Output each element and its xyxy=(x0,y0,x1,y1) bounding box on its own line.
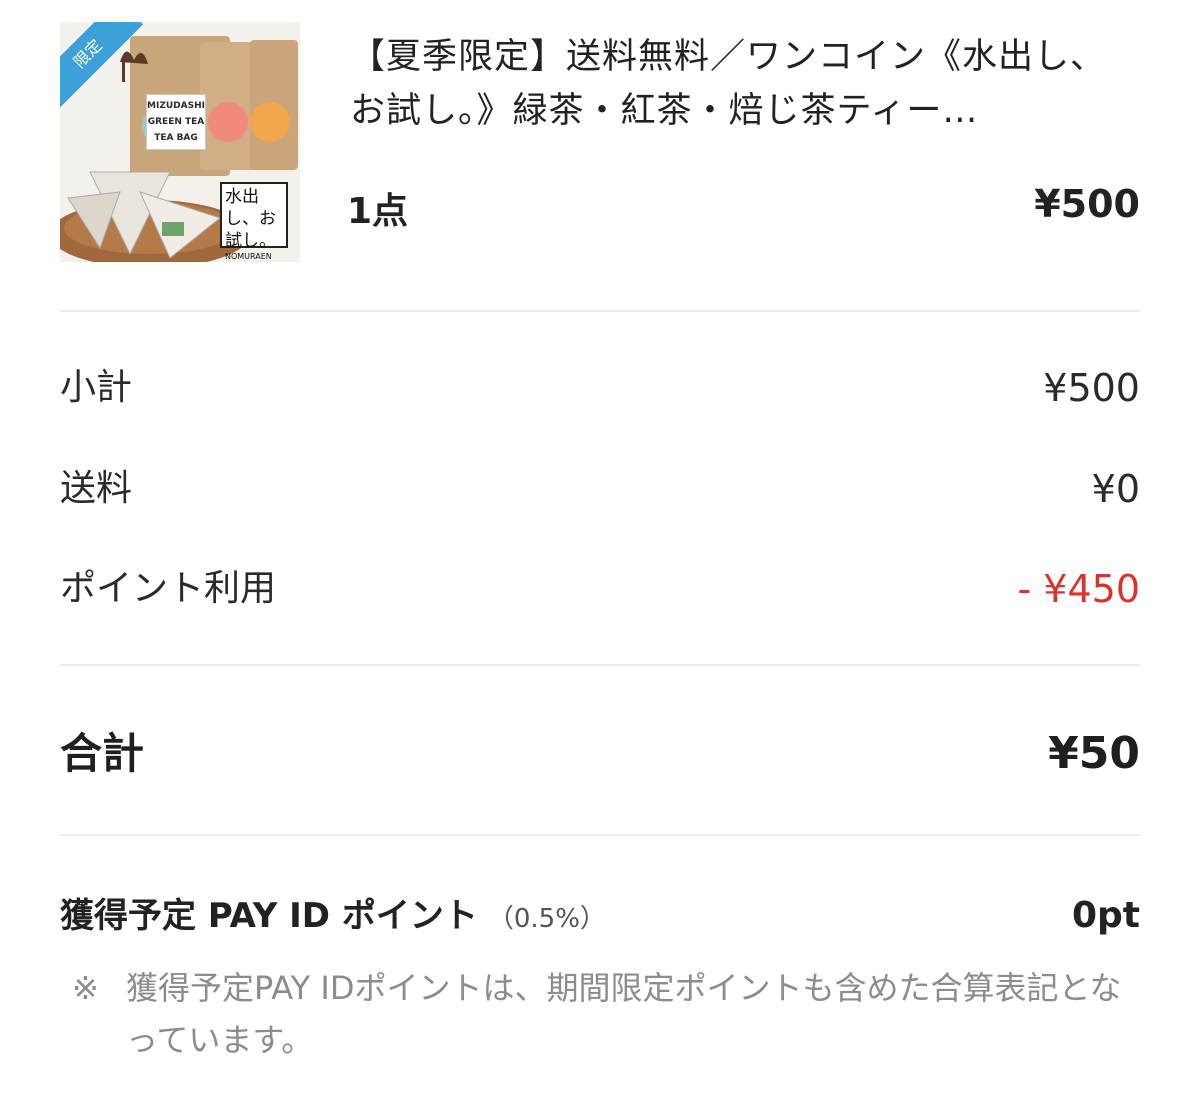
product-image[interactable]: 限定 MIZUDASHI GREEN TEA TEA BAG 水出し、お試し。 … xyxy=(60,22,300,262)
note-text: 獲得予定PAY IDポイントは、期間限定ポイントも含めた合算表記となっています。 xyxy=(126,969,1122,1059)
shipping-row: 送料 ¥0 xyxy=(60,465,1140,513)
shipping-label: 送料 xyxy=(60,468,133,509)
product-stamp: 水出し、お試し。 NOMURAEN xyxy=(220,182,288,261)
subtotal-row: 小計 ¥500 xyxy=(60,364,1140,412)
points-used-value: - ¥450 xyxy=(1017,567,1141,611)
note-mark: ※ xyxy=(72,969,99,1007)
product-item[interactable]: 限定 MIZUDASHI GREEN TEA TEA BAG 水出し、お試し。 … xyxy=(60,22,1140,262)
points-earn-rate: （0.5%） xyxy=(487,904,606,934)
divider xyxy=(60,664,1140,666)
product-quantity: 1点 xyxy=(347,191,409,232)
divider xyxy=(60,834,1140,836)
divider xyxy=(60,310,1140,312)
points-used-label: ポイント利用 xyxy=(60,568,277,609)
points-earn-value: 0pt xyxy=(1071,895,1140,936)
product-title[interactable]: 【夏季限定】送料無料／ワンコイン《水出し、お試し。》緑茶・紅茶・焙じ茶ティー… xyxy=(350,30,1140,138)
product-price: ¥500 xyxy=(1034,182,1140,226)
order-summary-page: 限定 MIZUDASHI GREEN TEA TEA BAG 水出し、お試し。 … xyxy=(0,0,1200,1104)
pack-label: MIZUDASHI GREEN TEA TEA BAG xyxy=(146,94,206,150)
shipping-value: ¥0 xyxy=(1091,467,1140,511)
points-earn-row: 獲得予定 PAY ID ポイント （0.5%） 0pt xyxy=(60,892,1140,940)
stamp-brand: NOMURAEN xyxy=(225,252,272,261)
total-value: ¥50 xyxy=(1048,728,1140,779)
stamp-text: 水出し、お試し。 xyxy=(225,187,276,251)
total-row: 合計 ¥50 xyxy=(60,724,1140,784)
subtotal-value: ¥500 xyxy=(1043,366,1140,410)
subtotal-label: 小計 xyxy=(60,367,133,408)
points-earn-title: 獲得予定 PAY ID ポイント xyxy=(60,896,478,936)
points-used-row: ポイント利用 - ¥450 xyxy=(60,565,1140,613)
points-earn-label: 獲得予定 PAY ID ポイント （0.5%） xyxy=(60,892,606,943)
total-label: 合計 xyxy=(60,729,145,778)
